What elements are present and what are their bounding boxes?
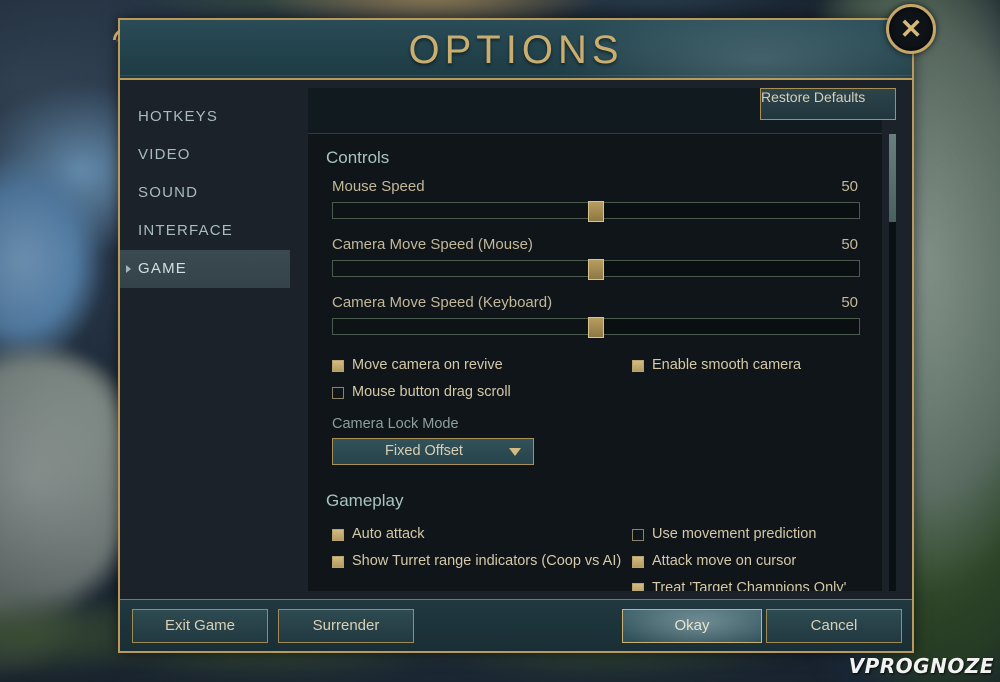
checkbox-box-icon (332, 360, 344, 372)
slider-thumb[interactable] (588, 317, 604, 338)
checkbox-auto-attack[interactable]: Auto attack (332, 521, 632, 548)
sidebar-item-interface[interactable]: INTERFACE (120, 212, 290, 250)
sidebar-item-hotkeys[interactable]: HOTKEYS (120, 98, 290, 136)
slider-row-camera-move-keyboard: Camera Move Speed (Keyboard) 50 (326, 294, 860, 338)
mouse-speed-value: 50 (841, 178, 858, 195)
checkbox-label: Show Turret range indicators (Coop vs AI… (352, 553, 622, 569)
controls-checkbox-grid: Move camera on revive Enable smooth came… (332, 352, 860, 406)
camera-move-mouse-slider[interactable] (332, 259, 860, 280)
slider-fill (333, 319, 596, 334)
cancel-button[interactable]: Cancel (766, 609, 902, 643)
checkbox-enable-smooth-camera[interactable]: Enable smooth camera (632, 352, 860, 379)
checkbox-box-icon (632, 583, 644, 591)
camera-move-mouse-label: Camera Move Speed (Mouse) (332, 236, 533, 253)
sidebar-item-sound[interactable]: SOUND (120, 174, 290, 212)
dialog-title-bar: OPTIONS (120, 20, 912, 80)
slider-row-camera-move-mouse: Camera Move Speed (Mouse) 50 (326, 236, 860, 280)
checkbox-label: Move camera on revive (352, 357, 503, 373)
slider-thumb[interactable] (588, 259, 604, 280)
restore-defaults-button[interactable]: Restore Defaults (760, 88, 896, 120)
sidebar: HOTKEYS VIDEO SOUND INTERFACE GAME (120, 80, 290, 599)
checkbox-box-icon (332, 556, 344, 568)
checkbox-move-camera-on-revive[interactable]: Move camera on revive (332, 352, 632, 379)
gameplay-checkbox-grid: Auto attack Use movement prediction Show… (332, 521, 860, 591)
checkbox-label: Enable smooth camera (652, 357, 802, 373)
checkbox-attack-move-on-cursor[interactable]: Attack move on cursor (632, 548, 860, 575)
checkbox-box-icon (632, 360, 644, 372)
dialog-body: HOTKEYS VIDEO SOUND INTERFACE GAME Resto… (120, 80, 912, 599)
mouse-speed-label: Mouse Speed (332, 178, 425, 195)
checkbox-label: Attack move on cursor (652, 553, 797, 569)
scrollbar-thumb[interactable] (889, 134, 896, 222)
okay-button[interactable]: Okay (622, 609, 762, 643)
checkbox-use-movement-prediction[interactable]: Use movement prediction (632, 521, 860, 548)
camera-lock-mode-value: Fixed Offset (385, 443, 463, 459)
dialog-footer: Exit Game Surrender Okay Cancel (120, 599, 912, 651)
surrender-button[interactable]: Surrender (278, 609, 414, 643)
content-area: Restore Defaults Controls Mouse Speed 50 (290, 80, 912, 599)
page-title: OPTIONS (408, 28, 624, 72)
sidebar-item-game[interactable]: GAME (120, 250, 290, 288)
watermark: VPROGNOZE (848, 654, 994, 678)
sidebar-item-video[interactable]: VIDEO (120, 136, 290, 174)
checkbox-mouse-button-drag-scroll[interactable]: Mouse button drag scroll (332, 379, 632, 406)
exit-game-button[interactable]: Exit Game (132, 609, 268, 643)
camera-move-keyboard-label: Camera Move Speed (Keyboard) (332, 294, 553, 311)
controls-section-title: Controls (326, 148, 390, 167)
camera-lock-mode-label: Camera Lock Mode (332, 416, 459, 432)
checkbox-label: Treat 'Target Champions Only' as a toggl… (652, 580, 847, 591)
camera-lock-mode-select[interactable]: Fixed Offset (332, 438, 534, 465)
close-button[interactable]: ✕ (886, 4, 936, 54)
slider-fill (333, 203, 596, 218)
camera-move-keyboard-slider[interactable] (332, 317, 860, 338)
checkbox-label: Use movement prediction (652, 526, 817, 542)
options-dialog: OPTIONS ✕ HOTKEYS VIDEO SOUND INTERFACE … (118, 4, 936, 653)
camera-move-mouse-value: 50 (841, 236, 858, 253)
checkbox-label: Auto attack (352, 526, 425, 542)
checkbox-box-icon (632, 529, 644, 541)
checkbox-label: Mouse button drag scroll (352, 384, 511, 400)
chevron-down-icon (509, 447, 521, 456)
slider-thumb[interactable] (588, 201, 604, 222)
camera-move-keyboard-value: 50 (841, 294, 858, 311)
close-icon: ✕ (899, 14, 923, 44)
checkbox-show-turret-range-indicators[interactable]: Show Turret range indicators (Coop vs AI… (332, 548, 632, 575)
settings-scrollbar[interactable] (889, 134, 896, 591)
gameplay-section-title: Gameplay (326, 491, 404, 510)
checkbox-box-icon (332, 529, 344, 541)
slider-fill (333, 261, 596, 276)
mouse-speed-slider[interactable] (332, 201, 860, 222)
checkbox-treat-target-champions-only-as-toggle[interactable]: Treat 'Target Champions Only' as a toggl… (632, 575, 860, 591)
settings-scroll-area: Controls Mouse Speed 50 Camera Move Spee… (308, 134, 882, 591)
checkbox-box-icon (332, 387, 344, 399)
slider-row-mouse-speed: Mouse Speed 50 (326, 178, 860, 222)
checkbox-box-icon (632, 556, 644, 568)
